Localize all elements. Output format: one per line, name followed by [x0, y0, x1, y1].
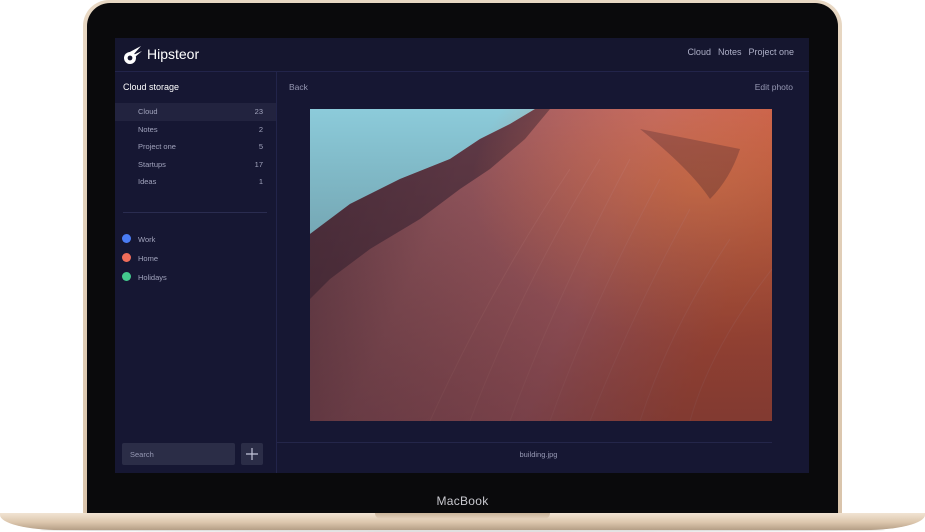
app-title: Hipsteor: [147, 46, 200, 62]
top-nav-cloud[interactable]: Cloud: [687, 47, 711, 57]
tag-color-dot: [122, 253, 131, 262]
caption-divider: [277, 442, 772, 443]
folder-count: 23: [254, 107, 263, 116]
folder-count: 2: [258, 124, 263, 134]
sidebar: Cloud storage Cloud 23 Notes 2 Project o…: [115, 72, 277, 473]
laptop-notch: [375, 513, 550, 519]
top-nav-project-one[interactable]: Project one: [748, 47, 794, 57]
plus-icon: [246, 448, 258, 460]
folder-label: Project one: [138, 142, 176, 151]
tag-item-work[interactable]: Work: [115, 233, 276, 252]
tag-label: Holidays: [138, 273, 167, 282]
folder-item-notes[interactable]: Notes 2: [115, 121, 276, 139]
tag-color-dot: [122, 272, 131, 281]
top-nav-notes[interactable]: Notes: [718, 47, 742, 57]
folder-item-startups[interactable]: Startups 17: [115, 156, 276, 174]
folder-count: 5: [258, 142, 263, 151]
folder-label: Startups: [138, 159, 166, 169]
folder-item-project-one[interactable]: Project one 5: [115, 138, 276, 156]
folder-list: Cloud 23 Notes 2 Project one 5 Startups …: [115, 103, 276, 191]
add-button[interactable]: [241, 443, 263, 465]
edit-photo-link[interactable]: Edit photo: [755, 82, 793, 92]
top-bar: Hipsteor Cloud Notes Project one: [115, 38, 809, 72]
folder-label: Notes: [138, 124, 158, 134]
file-name: building.jpg: [519, 450, 558, 459]
folder-label: Ideas: [138, 177, 157, 186]
tag-label: Work: [138, 235, 156, 244]
tag-label: Home: [138, 254, 159, 263]
folder-count: 17: [254, 159, 263, 169]
back-link[interactable]: Back: [289, 82, 308, 92]
top-nav: Cloud Notes Project one: [687, 47, 794, 57]
tag-item-holidays[interactable]: Holidays: [115, 271, 276, 290]
sidebar-divider: [123, 212, 267, 213]
sidebar-title: Cloud storage: [123, 82, 180, 92]
comet-logo-icon: [122, 44, 144, 66]
folder-label: Cloud: [138, 107, 158, 116]
laptop-brand-label: MacBook: [436, 494, 489, 508]
search-input[interactable]: [122, 443, 235, 465]
tag-color-dot: [122, 234, 131, 243]
tag-item-home[interactable]: Home: [115, 252, 276, 271]
photo-preview[interactable]: [310, 109, 772, 421]
app-screen: Hipsteor Cloud Notes Project one Cloud s…: [115, 38, 809, 473]
tag-list: Work Home Holidays: [115, 233, 276, 290]
photo-viewer: Back Edit photo building.jpg: [277, 72, 809, 473]
folder-item-ideas[interactable]: Ideas 1: [115, 173, 276, 191]
canyon-photo: [310, 109, 772, 421]
folder-item-cloud[interactable]: Cloud 23: [115, 103, 276, 121]
folder-count: 1: [258, 177, 263, 186]
